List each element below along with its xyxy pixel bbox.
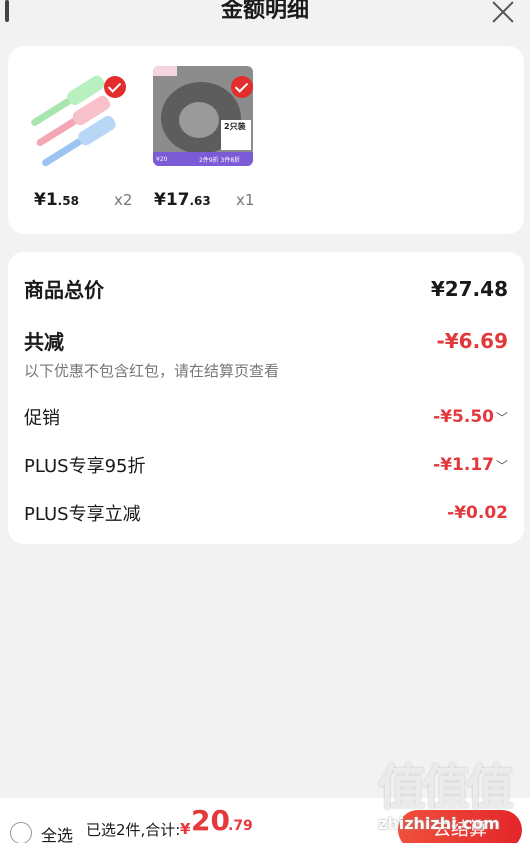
plus-95-label: PLUS专享95折	[24, 456, 146, 477]
total-currency: ¥	[180, 820, 191, 838]
product-price: ¥1.58	[34, 190, 79, 210]
select-all-radio[interactable]	[10, 822, 32, 843]
plus-reduce-row: PLUS专享立减 -¥0.02	[24, 500, 508, 526]
svg-text:¥20: ¥20	[156, 156, 168, 163]
total-value: ¥27.48	[430, 276, 508, 301]
promo-value: -¥5.50	[433, 407, 494, 427]
summary-card: 商品总价 ¥27.48 共减 -¥6.69 以下优惠不包含红包，请在结算页查看 …	[8, 252, 524, 544]
plus-reduce-label: PLUS专享立减	[24, 504, 141, 525]
products-card: ¥1.58 x2 2只装 2件9折 3件8折 ¥20 ¥17.63 x1	[8, 46, 524, 234]
select-all-label[interactable]: 全选	[41, 822, 73, 843]
watermark: 值值值 zhizhizhi.com	[378, 760, 528, 840]
svg-text:2只装: 2只装	[224, 121, 246, 131]
product-quantity: x2	[114, 191, 133, 209]
discount-value: -¥6.69	[436, 328, 508, 353]
product-quantity: x1	[236, 191, 255, 209]
selected-check-icon[interactable]	[231, 76, 253, 98]
watermark-text: zhizhizhi.com	[378, 814, 500, 833]
total-label: 商品总价	[24, 278, 104, 302]
discount-note: 以下优惠不包含红包，请在结算页查看	[24, 362, 280, 380]
discount-label: 共减	[24, 330, 64, 354]
chevron-down-icon[interactable]: ﹀	[496, 459, 508, 473]
product-item[interactable]: 2只装 2件9折 3件8折 ¥20	[153, 66, 253, 166]
close-icon[interactable]	[490, 0, 516, 24]
chevron-down-icon[interactable]: ﹀	[496, 411, 508, 425]
svg-text:2件9折 3件8折: 2件9折 3件8折	[199, 156, 240, 164]
product-item[interactable]	[26, 66, 126, 166]
discount-row: 共减 -¥6.69	[24, 326, 508, 355]
total-amount-int: 20	[191, 804, 230, 837]
promo-label: 促销	[24, 408, 60, 429]
header: 金额明细	[0, 0, 530, 40]
watermark-logo: 值值值	[378, 760, 514, 816]
selected-count: 已选2件,合计:	[86, 821, 181, 839]
total-row: 商品总价 ¥27.48	[24, 274, 508, 303]
plus-95-row[interactable]: PLUS专享95折 -¥1.17 ﹀	[24, 452, 508, 478]
promo-row[interactable]: 促销 -¥5.50 ﹀	[24, 404, 508, 430]
page-title: 金额明细	[220, 0, 309, 23]
product-price: ¥17.63	[154, 190, 211, 210]
plus-95-value: -¥1.17	[433, 455, 494, 475]
selected-check-icon[interactable]	[104, 76, 126, 98]
plus-reduce-value: -¥0.02	[447, 503, 508, 523]
total-amount-dec: .79	[228, 818, 253, 834]
